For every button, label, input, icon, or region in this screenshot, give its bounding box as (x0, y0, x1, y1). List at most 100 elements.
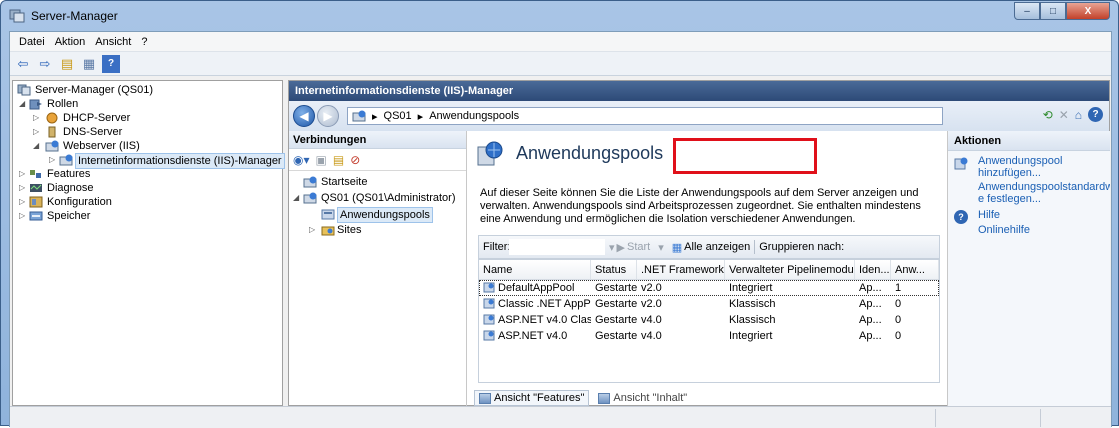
refresh-icon[interactable]: ⟲ (1043, 108, 1053, 122)
help-icon[interactable]: ? (102, 54, 120, 73)
tree-item-diagnose[interactable]: ▷ Diagnose (13, 181, 282, 195)
show-all-label: Alle anzeigen (684, 241, 751, 253)
column-status[interactable]: Status (591, 260, 637, 279)
dropdown-arrow-icon[interactable]: ▾ (654, 241, 668, 254)
tree-item-rollen[interactable]: ◢ Rollen (13, 97, 282, 111)
home-icon[interactable]: ⌂ (1075, 108, 1082, 122)
up-folder-icon[interactable]: ▤ (58, 55, 76, 73)
title-bar[interactable]: Server-Manager – □ X (1, 1, 1118, 31)
tree-item-dhcp[interactable]: ▷ DHCP-Server (13, 111, 282, 125)
tree-item-root[interactable]: Server-Manager (QS01) (13, 83, 282, 97)
forward-arrow-icon[interactable]: ⇨ (36, 55, 54, 73)
column-name[interactable]: Name (479, 260, 591, 279)
console-tree: Server-Manager (QS01) ◢ Rollen ▷ DHCP-Se… (12, 80, 285, 406)
menu-datei[interactable]: Datei (14, 36, 50, 48)
stop-icon[interactable]: ✕ (1059, 108, 1069, 122)
tree-label-features: Features (47, 168, 91, 180)
server-icon (303, 192, 317, 204)
server-icon (352, 110, 366, 122)
expand-arrow-icon[interactable]: ▷ (33, 125, 41, 139)
help-dropdown-icon[interactable]: ? (1088, 107, 1103, 122)
connections-toolbar: ◉▾ ▣ ▤ ⊘ (289, 149, 466, 171)
column-identity[interactable]: Iden... (855, 260, 891, 279)
table-row[interactable]: Classic .NET AppPool Gestartet v2.0 Klas… (479, 296, 939, 312)
tree-item-dns[interactable]: ▷ DNS-Server (13, 125, 282, 139)
highlight-box (673, 138, 817, 174)
breadcrumb-server[interactable]: QS01 (384, 110, 412, 122)
set-defaults-link[interactable]: Anwendungspoolstandardwert e festlegen..… (948, 181, 1110, 205)
breadcrumb[interactable]: ▸ QS01 ▸ Anwendungspools (347, 107, 943, 125)
column-pipeline[interactable]: Verwalteter Pipelinemodus (725, 260, 855, 279)
conn-label-sites: Sites (337, 224, 362, 236)
expand-arrow-icon[interactable]: ▷ (19, 209, 27, 223)
expand-arrow-icon[interactable]: ▷ (49, 153, 57, 167)
close-button[interactable]: X (1066, 2, 1110, 20)
maximize-button[interactable]: □ (1040, 2, 1066, 20)
collapse-arrow-icon[interactable]: ◢ (33, 139, 41, 153)
add-app-pool-line2: hinzufügen... (978, 167, 1041, 179)
filter-bar: Filter: ▾ ▶ Start ▾ ▦ Alle anzeigen Gruppie… (478, 235, 940, 259)
tree-item-iis-manager[interactable]: ▷ Internetinformationsdienste (IIS)-Mana… (13, 153, 285, 169)
client-area: Datei Aktion Ansicht ? ⇦ ⇨ ▤ ▦ ? Server-… (9, 31, 1112, 428)
cell-pipeline: Integriert (729, 282, 773, 294)
tree-item-webserver[interactable]: ◢ Webserver (IIS) (13, 139, 282, 153)
column-applications[interactable]: Anw... (891, 260, 939, 279)
features-view-icon (479, 392, 491, 404)
tree-item-features[interactable]: ▷ Features (13, 167, 282, 181)
table-row[interactable]: DefaultAppPool Gestartet v2.0 Integriert… (479, 280, 939, 296)
start-filter-button[interactable]: ▾ ▶ Start (605, 241, 654, 254)
menu-aktion[interactable]: Aktion (50, 36, 91, 48)
column-framework[interactable]: .NET Framework... (637, 260, 725, 279)
menu-ansicht[interactable]: Ansicht (90, 36, 136, 48)
app-pool-icon (483, 314, 495, 325)
tree-item-konfiguration[interactable]: ▷ Konfiguration (13, 195, 282, 209)
add-app-pool-line1: Anwendungspool (978, 155, 1063, 167)
help-icon: ? (954, 210, 968, 224)
table-row[interactable]: ASP.NET v4.0 Classic Gestartet v4.0 Klas… (479, 312, 939, 328)
actions-header: Aktionen (948, 131, 1110, 151)
back-arrow-icon[interactable]: ⇦ (14, 55, 32, 73)
collapse-arrow-icon[interactable]: ◢ (19, 97, 27, 111)
view-tabs: Ansicht "Features" Ansicht "Inhalt" (474, 389, 692, 407)
expand-arrow-icon[interactable]: ▷ (19, 181, 27, 195)
expand-arrow-icon[interactable]: ▷ (33, 111, 41, 125)
cell-identity: Ap... (859, 314, 882, 326)
expand-arrow-icon[interactable]: ▷ (309, 223, 317, 237)
cell-apps: 0 (895, 298, 902, 310)
status-bar (10, 406, 1111, 428)
collapse-arrow-icon[interactable]: ◢ (293, 191, 301, 205)
back-button[interactable]: ◀ (293, 105, 315, 127)
status-divider (935, 409, 936, 427)
show-all-button[interactable]: ▦ Alle anzeigen (668, 241, 754, 254)
group-by-label[interactable]: Gruppieren nach: (755, 241, 848, 253)
connect-globe-icon[interactable]: ◉▾ (293, 153, 310, 167)
cell-status: Gestartet (595, 314, 637, 326)
server-icon (17, 84, 31, 96)
filter-input[interactable] (509, 239, 605, 255)
expand-arrow-icon[interactable]: ▷ (19, 167, 27, 181)
breadcrumb-page[interactable]: Anwendungspools (429, 110, 519, 122)
save-icon[interactable]: ▣ (316, 153, 327, 167)
cell-framework: v2.0 (641, 282, 662, 294)
add-app-pool-link[interactable]: Anwendungspool hinzufügen... (948, 155, 1110, 179)
conn-label-apppools: Anwendungspools (337, 207, 433, 223)
app-pools-page-icon (477, 141, 503, 166)
expand-arrow-icon[interactable]: ▷ (19, 195, 27, 209)
roles-icon (29, 99, 42, 110)
minimize-button[interactable]: – (1014, 2, 1040, 20)
address-bar: ◀ ▶ ▸ QS01 ▸ Anwendungspools ⟲ ✕ ⌂ ? (289, 101, 1109, 131)
console-tree-icon[interactable]: ▦ (80, 55, 98, 73)
tab-content-view[interactable]: Ansicht "Inhalt" (593, 390, 692, 406)
features-icon (30, 170, 41, 178)
online-help-link[interactable]: Onlinehilfe (948, 224, 1110, 236)
tab-features-view[interactable]: Ansicht "Features" (474, 390, 590, 406)
up-folder-icon[interactable]: ▤ (333, 153, 344, 167)
disconnect-icon[interactable]: ⊘ (350, 153, 360, 167)
forward-button[interactable]: ▶ (317, 105, 339, 127)
help-link[interactable]: ? Hilfe (948, 209, 1110, 224)
table-row[interactable]: ASP.NET v4.0 Gestartet v4.0 Integriert A… (479, 328, 939, 344)
tree-item-speicher[interactable]: ▷ Speicher (13, 209, 282, 223)
diagnostics-icon (30, 184, 42, 192)
dns-icon (48, 126, 56, 138)
menu-help[interactable]: ? (136, 36, 152, 48)
